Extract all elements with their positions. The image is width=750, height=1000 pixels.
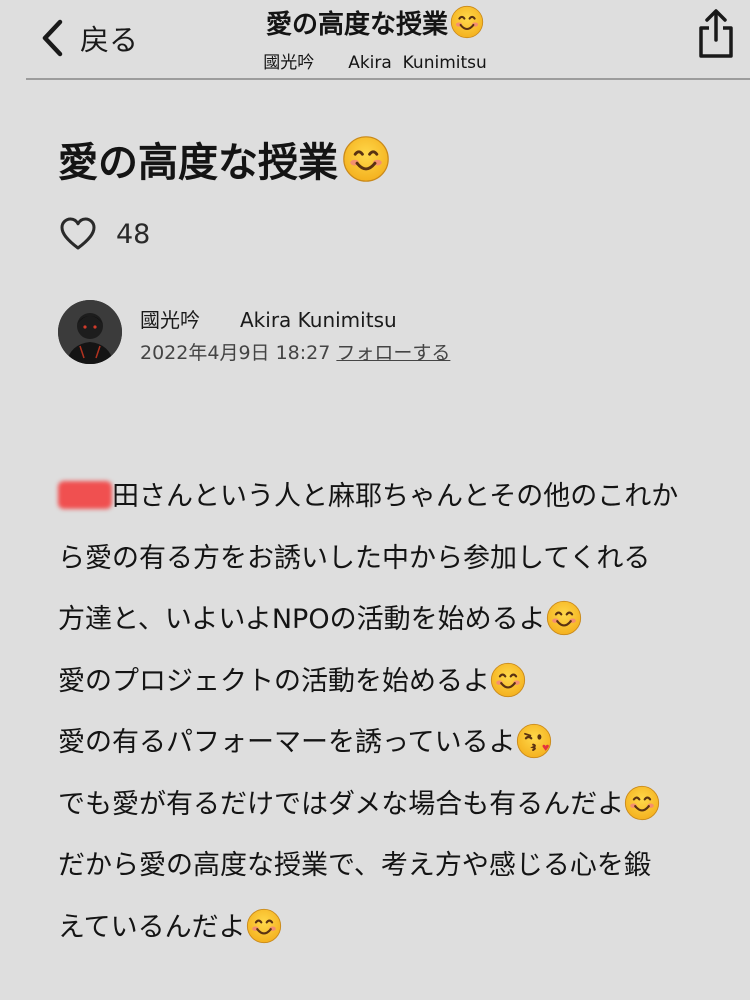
kissing-face-emoji-icon	[516, 723, 552, 759]
author-name[interactable]: 國光吟 Akira Kunimitsu	[140, 304, 397, 333]
nav-title: 愛の高度な授業	[150, 4, 600, 41]
like-row: 48	[60, 214, 150, 254]
navigation-bar: 戻る 愛の高度な授業 國光吟 Akira Kunimitsu	[0, 0, 750, 80]
body-line: だから愛の高度な授業で、考え方や感じる心を鍛	[58, 835, 728, 897]
post-meta: 2022年4月9日 18:27 フォローする	[140, 338, 450, 365]
smiling-face-emoji-icon	[342, 135, 390, 183]
back-label: 戻る	[80, 23, 139, 57]
body-line: 方達と、いよいよNPOの活動を始めるよ	[58, 589, 728, 651]
body-line-text: ら愛の有る方をお誘いした中から参加してくれる	[58, 542, 651, 574]
smiling-face-emoji-icon	[546, 600, 582, 636]
nav-subtitle: 國光吟 Akira Kunimitsu	[263, 53, 487, 73]
article-title: 愛の高度な授業	[58, 130, 390, 188]
share-icon	[699, 9, 733, 58]
body-line-text: だから愛の高度な授業で、考え方や感じる心を鍛	[58, 850, 651, 881]
body-line: 愛のプロジェクトの活動を始めるよ	[58, 651, 728, 713]
post-date: 2022年4月9日 18:27	[140, 342, 331, 364]
body-line-text: でも愛が有るだけではダメな場合も有るんだよ	[58, 788, 625, 820]
body-line-text: えているんだよ	[58, 911, 246, 943]
body-line: えているんだよ	[58, 897, 728, 959]
body-line-text: 方達と、いよいよNPOの活動を始めるよ	[58, 604, 546, 635]
redaction-mark	[58, 481, 112, 509]
smiling-face-emoji-icon	[450, 5, 484, 39]
body-line: ら愛の有る方をお誘いした中から参加してくれる	[58, 528, 728, 590]
smiling-face-emoji-icon	[624, 785, 660, 821]
article-body: 田さんという人と麻耶ちゃんとその他のこれか ら愛の有る方をお誘いした中から参加し…	[58, 466, 728, 958]
follow-link[interactable]: フォローする	[336, 342, 450, 364]
body-line-text: 愛の有るパフォーマーを誘っているよ	[58, 727, 516, 758]
article-title-text: 愛の高度な授業	[58, 140, 338, 186]
smiling-face-emoji-icon	[246, 908, 282, 944]
author-avatar[interactable]	[58, 300, 122, 364]
avatar-image	[58, 300, 122, 364]
like-button[interactable]	[60, 217, 96, 251]
body-line-text: 愛のプロジェクトの活動を始めるよ	[58, 665, 490, 697]
nav-divider	[26, 78, 750, 80]
heart-outline-icon	[60, 217, 96, 250]
body-line-text: 田さんという人と麻耶ちゃんとその他のこれか	[112, 481, 679, 512]
like-count: 48	[116, 218, 151, 250]
body-line: 田さんという人と麻耶ちゃんとその他のこれか	[58, 466, 728, 528]
body-line: でも愛が有るだけではダメな場合も有るんだよ	[58, 774, 728, 836]
share-button[interactable]	[695, 8, 737, 60]
chevron-left-icon	[42, 19, 63, 57]
smiling-face-emoji-icon	[490, 662, 526, 698]
back-button[interactable]: 戻る	[40, 18, 138, 58]
nav-title-text: 愛の高度な授業	[265, 10, 448, 40]
body-line: 愛の有るパフォーマーを誘っているよ	[58, 712, 728, 774]
